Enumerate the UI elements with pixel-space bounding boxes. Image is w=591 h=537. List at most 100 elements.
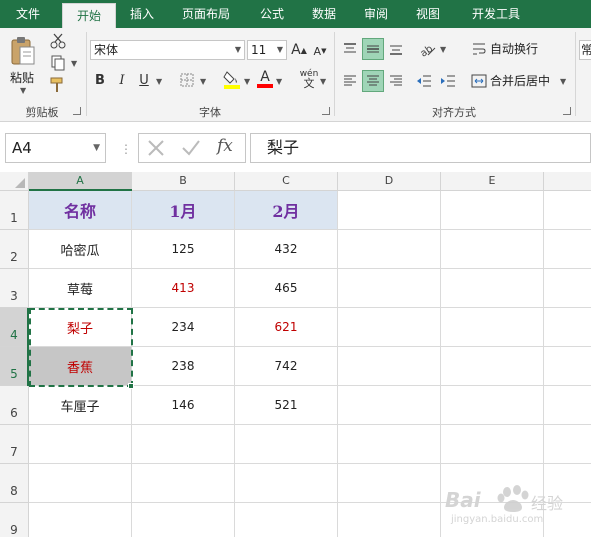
merge-center-button[interactable]: 合并后居中 <box>490 71 550 91</box>
cell-b9[interactable] <box>132 503 235 537</box>
copy-icon[interactable] <box>48 54 68 72</box>
font-launcher-icon[interactable] <box>322 107 330 115</box>
paste-icon[interactable] <box>8 34 38 68</box>
row-header-2[interactable]: 2 <box>0 230 29 269</box>
cell-f6[interactable] <box>544 386 591 425</box>
cell-d6[interactable] <box>338 386 441 425</box>
column-header-d[interactable]: D <box>338 172 441 191</box>
orientation-icon[interactable]: ab <box>416 38 438 60</box>
table-value-cell[interactable]: 413 <box>132 269 235 308</box>
cut-icon[interactable] <box>48 32 68 50</box>
cell-a9[interactable] <box>29 503 132 537</box>
align-right-icon[interactable] <box>386 70 406 92</box>
tab-review[interactable]: 审阅 <box>354 0 398 28</box>
cell-b7[interactable] <box>132 425 235 464</box>
column-header-e[interactable]: E <box>441 172 544 191</box>
fill-handle[interactable] <box>128 383 134 389</box>
bold-button[interactable]: B <box>92 70 108 90</box>
underline-dropdown-icon[interactable]: ▼ <box>156 77 162 86</box>
cancel-icon[interactable] <box>147 139 165 160</box>
decrease-indent-icon[interactable] <box>414 70 434 92</box>
tab-data[interactable]: 数据 <box>302 0 346 28</box>
row-header-1[interactable]: 1 <box>0 191 29 230</box>
increase-font-size-button[interactable]: A ▲ <box>291 40 307 60</box>
align-left-icon[interactable] <box>340 70 360 92</box>
table-value-cell[interactable]: 146 <box>132 386 235 425</box>
table-name-cell[interactable]: 香蕉 <box>29 347 132 386</box>
tab-home[interactable]: 开始 <box>62 3 116 28</box>
paste-button[interactable]: 粘贴 <box>10 68 34 88</box>
table-value-cell[interactable]: 742 <box>235 347 338 386</box>
table-name-cell[interactable]: 梨子 <box>29 308 132 347</box>
tab-developer[interactable]: 开发工具 <box>462 0 530 28</box>
cell-d8[interactable] <box>338 464 441 503</box>
row-header-6[interactable]: 6 <box>0 386 29 425</box>
tab-view[interactable]: 视图 <box>406 0 450 28</box>
table-value-cell[interactable]: 465 <box>235 269 338 308</box>
decrease-font-size-button[interactable]: A ▼ <box>312 42 328 60</box>
cell-e4[interactable] <box>441 308 544 347</box>
table-header-cell[interactable]: 名称 <box>29 191 132 230</box>
cell-c8[interactable] <box>235 464 338 503</box>
cell-d3[interactable] <box>338 269 441 308</box>
cell-b8[interactable] <box>132 464 235 503</box>
italic-button[interactable]: I <box>114 70 130 90</box>
cell-f3[interactable] <box>544 269 591 308</box>
fill-color-icon[interactable] <box>222 68 242 90</box>
alignment-launcher-icon[interactable] <box>563 107 571 115</box>
phonetic-guide-button[interactable]: wén 文 <box>298 68 320 90</box>
cell-f1[interactable] <box>544 191 591 230</box>
column-header-f[interactable] <box>544 172 591 191</box>
increase-indent-icon[interactable] <box>438 70 458 92</box>
enter-check-icon[interactable] <box>181 139 201 160</box>
align-top-icon[interactable] <box>340 38 360 60</box>
cell-f7[interactable] <box>544 425 591 464</box>
cell-c7[interactable] <box>235 425 338 464</box>
table-value-cell[interactable]: 234 <box>132 308 235 347</box>
row-header-9[interactable]: 9 <box>0 503 29 537</box>
underline-button[interactable]: U <box>136 70 152 90</box>
cell-d4[interactable] <box>338 308 441 347</box>
borders-icon[interactable] <box>178 70 196 90</box>
row-header-7[interactable]: 7 <box>0 425 29 464</box>
cell-f2[interactable] <box>544 230 591 269</box>
merge-dropdown-icon[interactable]: ▼ <box>560 77 566 86</box>
paste-dropdown-icon[interactable]: ▼ <box>20 86 26 95</box>
cell-e3[interactable] <box>441 269 544 308</box>
formula-input[interactable]: 梨子 <box>250 133 591 163</box>
tab-page-layout[interactable]: 页面布局 <box>172 0 240 28</box>
font-size-select[interactable]: 11 ▼ <box>247 40 287 60</box>
orientation-dropdown-icon[interactable]: ▼ <box>440 45 446 54</box>
font-color-button[interactable]: A <box>256 68 274 90</box>
align-center-icon[interactable] <box>362 70 384 92</box>
borders-dropdown-icon[interactable]: ▼ <box>200 77 206 86</box>
cell-e5[interactable] <box>441 347 544 386</box>
clipboard-launcher-icon[interactable] <box>73 107 81 115</box>
cell-d7[interactable] <box>338 425 441 464</box>
cell-e6[interactable] <box>441 386 544 425</box>
row-header-4[interactable]: 4 <box>0 308 29 347</box>
row-header-8[interactable]: 8 <box>0 464 29 503</box>
cell-a7[interactable] <box>29 425 132 464</box>
cell-c9[interactable] <box>235 503 338 537</box>
cell-e1[interactable] <box>441 191 544 230</box>
cell-a8[interactable] <box>29 464 132 503</box>
font-color-dropdown-icon[interactable]: ▼ <box>276 77 282 86</box>
cell-d1[interactable] <box>338 191 441 230</box>
formula-bar-grip-icon[interactable]: ⋮ <box>120 142 132 156</box>
font-name-select[interactable]: 宋体 ▼ <box>90 40 245 60</box>
cell-f5[interactable] <box>544 347 591 386</box>
column-header-c[interactable]: C <box>235 172 338 191</box>
cell-d2[interactable] <box>338 230 441 269</box>
table-value-cell[interactable]: 521 <box>235 386 338 425</box>
align-bottom-icon[interactable] <box>386 38 406 60</box>
copy-dropdown-icon[interactable]: ▼ <box>71 59 77 68</box>
table-name-cell[interactable]: 草莓 <box>29 269 132 308</box>
cell-d5[interactable] <box>338 347 441 386</box>
row-header-5[interactable]: 5 <box>0 347 29 386</box>
table-value-cell[interactable]: 621 <box>235 308 338 347</box>
table-name-cell[interactable]: 车厘子 <box>29 386 132 425</box>
table-name-cell[interactable]: 哈密瓜 <box>29 230 132 269</box>
table-value-cell[interactable]: 432 <box>235 230 338 269</box>
align-middle-icon[interactable] <box>362 38 384 60</box>
